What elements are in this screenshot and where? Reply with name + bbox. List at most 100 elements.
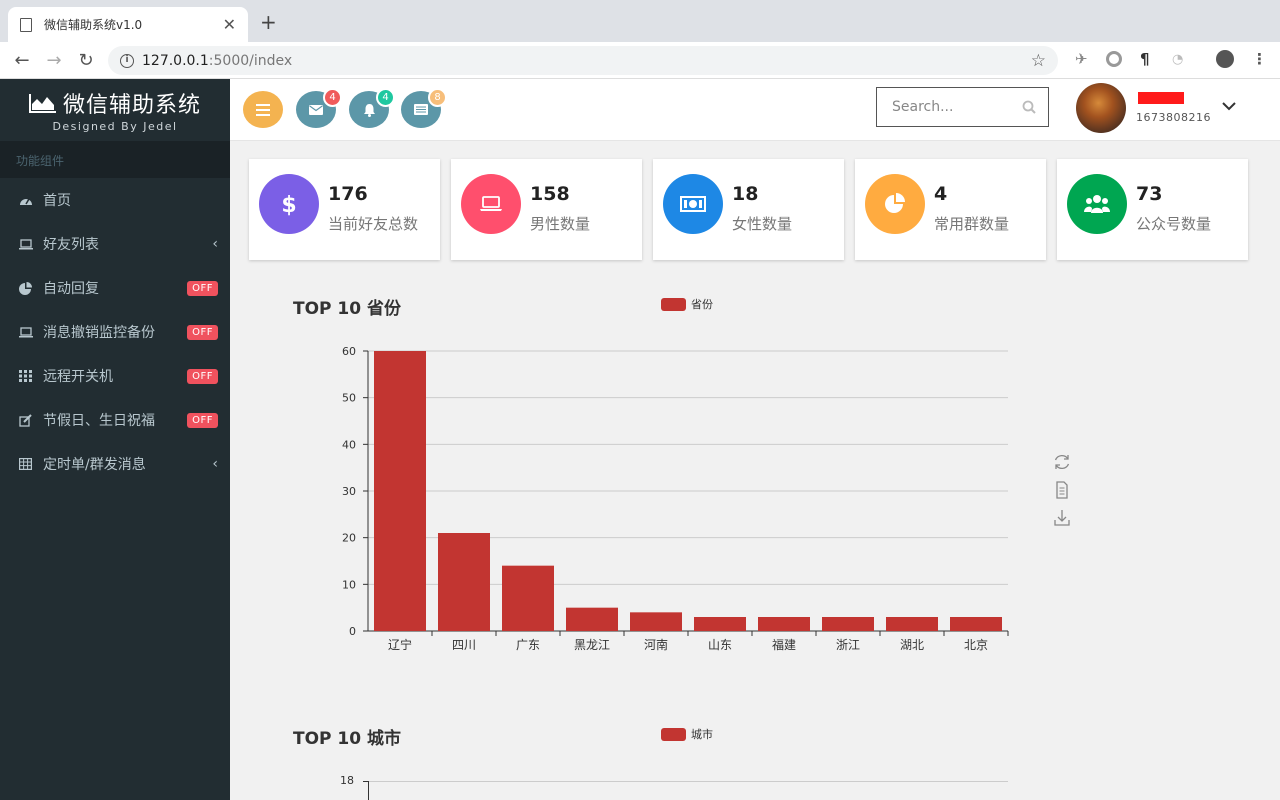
tab-title: 微信辅助系统v1.0 <box>44 18 143 32</box>
users-icon <box>1067 174 1127 234</box>
data-view-icon[interactable] <box>1052 480 1072 500</box>
bar <box>374 351 426 631</box>
sidebar-item-remote-power[interactable]: 远程开关机 OFF <box>0 354 230 398</box>
avatar[interactable] <box>1076 83 1126 133</box>
x-tick-label: 黑龙江 <box>574 638 610 652</box>
messages-count-badge: 4 <box>323 88 342 107</box>
sidebar-item-friends[interactable]: 好友列表 ‹ <box>0 222 230 266</box>
table-icon <box>18 457 33 471</box>
menu-dots-icon[interactable]: ⋮ <box>1252 50 1267 68</box>
grid-line <box>368 781 1008 782</box>
x-tick-label: 湖北 <box>900 637 924 652</box>
extension-pilcrow-icon[interactable]: ¶ <box>1140 50 1150 68</box>
close-tab-icon[interactable]: ✕ <box>223 15 236 34</box>
sidebar-item-holiday-greetings[interactable]: 节假日、生日祝福 OFF <box>0 398 230 442</box>
menu-toggle-button[interactable] <box>243 91 283 128</box>
bar-chart-provinces: 0 10 20 30 40 50 60 辽宁 四川 广东 黑龙江 河南 山东 福建 浙江 湖北 北京 <box>342 345 1009 652</box>
browser-tab[interactable]: 微信辅助系统v1.0 ✕ <box>8 7 248 42</box>
sidebar-item-label: 节假日、生日祝福 <box>43 413 155 429</box>
reload-icon[interactable]: ↻ <box>70 50 102 71</box>
refresh-icon[interactable] <box>1052 452 1072 472</box>
sidebar-item-auto-reply[interactable]: 自动回复 OFF <box>0 266 230 310</box>
status-badge-off[interactable]: OFF <box>187 412 218 428</box>
download-icon[interactable] <box>1052 508 1072 528</box>
stat-card-male: 158 男性数量 <box>451 159 642 260</box>
stat-value: 73 <box>1136 183 1163 205</box>
x-tick-label: 北京 <box>964 638 988 652</box>
search-input[interactable] <box>892 99 1022 115</box>
newspaper-icon <box>414 104 428 115</box>
search-box <box>876 87 1049 127</box>
notifications-button[interactable]: 4 <box>349 88 395 128</box>
user-name-redacted <box>1138 92 1184 104</box>
x-tick-label: 广东 <box>516 638 540 652</box>
stat-value: 158 <box>530 183 570 205</box>
info-icon[interactable]: i <box>120 53 134 68</box>
y-tick-label: 30 <box>342 485 356 498</box>
forward-icon[interactable]: → <box>38 50 70 71</box>
brand-title: 微信辅助系统 <box>62 93 201 118</box>
sidebar: 微信辅助系统 Designed By Jedel 功能组件 首页 好友列表 ‹ … <box>0 79 230 800</box>
legend-label: 省份 <box>691 298 713 311</box>
bell-icon <box>363 103 375 117</box>
grid-icon <box>18 369 33 383</box>
area-chart-icon <box>28 94 56 113</box>
y-axis <box>368 781 369 800</box>
news-button[interactable]: 8 <box>401 88 447 128</box>
extension-bird-icon[interactable]: ✈ <box>1075 50 1088 68</box>
profile-icon[interactable] <box>1216 50 1234 68</box>
page-icon <box>20 17 32 32</box>
x-tick-label: 山东 <box>708 638 732 652</box>
laptop-icon <box>461 174 521 234</box>
money-icon <box>663 174 723 234</box>
y-tick-label: 10 <box>342 578 356 591</box>
stat-card-female: 18 女性数量 <box>653 159 844 260</box>
news-count-badge: 8 <box>428 88 447 107</box>
sidebar-item-recall-monitor[interactable]: 消息撤销监控备份 OFF <box>0 310 230 354</box>
status-badge-off[interactable]: OFF <box>187 324 218 340</box>
status-badge-off[interactable]: OFF <box>187 368 218 384</box>
extension-circle-icon[interactable] <box>1106 51 1122 67</box>
stat-label: 女性数量 <box>732 215 793 233</box>
laptop-icon <box>18 237 33 251</box>
stat-value: 4 <box>934 183 948 205</box>
y-tick-label: 50 <box>342 392 356 405</box>
url-path: :5000/index <box>208 52 293 69</box>
stat-card-groups: 4 常用群数量 <box>855 159 1046 260</box>
chart-legend-provinces[interactable]: 省份 <box>661 296 713 312</box>
y-tick-label: 18 <box>340 774 354 787</box>
laptop-icon <box>18 325 33 339</box>
search-icon[interactable] <box>1022 100 1036 114</box>
stat-card-total-friends: $ 176 当前好友总数 <box>249 159 440 260</box>
bar <box>822 617 874 631</box>
bar <box>694 617 746 631</box>
stat-card-official-accounts: 73 公众号数量 <box>1057 159 1248 260</box>
bar <box>438 533 490 631</box>
stat-value: 18 <box>732 183 759 205</box>
sidebar-item-home[interactable]: 首页 <box>0 178 230 222</box>
x-tick-label: 河南 <box>644 637 668 652</box>
x-tick-label: 浙江 <box>836 638 860 652</box>
status-badge-off[interactable]: OFF <box>187 280 218 296</box>
bar <box>886 617 938 631</box>
bookmark-star-icon[interactable]: ☆ <box>1031 51 1046 71</box>
chart-legend-cities[interactable]: 城市 <box>661 726 713 742</box>
chart-title-cities: TOP 10 城市 <box>293 729 402 749</box>
bar <box>566 607 618 631</box>
new-tab-icon[interactable]: + <box>260 12 277 32</box>
messages-button[interactable]: 4 <box>296 88 342 128</box>
back-icon[interactable]: ← <box>6 50 38 71</box>
chart-toolbox <box>1052 452 1072 528</box>
brand-logo[interactable]: 微信辅助系统 Designed By Jedel <box>0 79 230 141</box>
x-tick-label: 辽宁 <box>388 637 412 652</box>
sidebar-item-scheduled-messages[interactable]: 定时单/群发消息 ‹ <box>0 442 230 486</box>
address-bar[interactable]: i 127.0.0.1:5000/index ☆ <box>108 46 1058 75</box>
extension-gauge-icon[interactable]: ◔ <box>1172 52 1183 67</box>
x-tick-label: 四川 <box>452 638 476 652</box>
hamburger-icon <box>256 103 270 116</box>
chevron-left-icon: ‹ <box>212 236 218 252</box>
chevron-down-icon[interactable] <box>1222 99 1236 115</box>
sidebar-item-label: 好友列表 <box>43 237 99 253</box>
y-tick-label: 20 <box>342 532 356 545</box>
bar <box>630 612 682 631</box>
